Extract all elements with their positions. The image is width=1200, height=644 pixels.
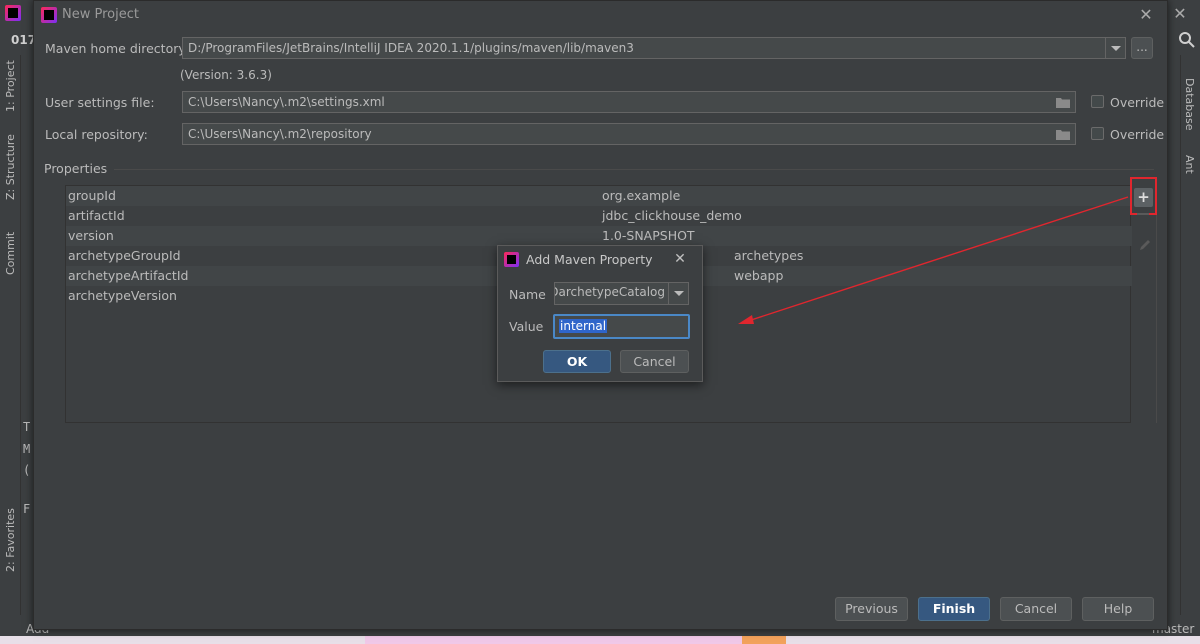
- tab-database[interactable]: Database: [1183, 78, 1196, 131]
- maven-home-label: Maven home directory:: [45, 41, 190, 56]
- intellij-logo-icon: [41, 7, 57, 23]
- value-input[interactable]: internal: [553, 314, 690, 339]
- local-repo-field[interactable]: C:\Users\Nancy\.m2\repository: [182, 123, 1076, 145]
- property-key: archetypeVersion: [68, 288, 177, 303]
- remove-property-icon[interactable]: [1137, 213, 1149, 215]
- local-repo-label: Local repository:: [45, 127, 148, 142]
- close-icon[interactable]: ✕: [1134, 4, 1158, 26]
- tab-structure[interactable]: Z: Structure: [4, 134, 17, 200]
- previous-button[interactable]: Previous: [835, 597, 908, 621]
- popup-title: Add Maven Property: [526, 252, 653, 267]
- table-border: [1156, 185, 1157, 423]
- taskbar-item[interactable]: [742, 636, 786, 644]
- ide-background-text: M: [23, 442, 31, 456]
- ide-logo-icon: [5, 5, 21, 21]
- property-key: version: [68, 228, 114, 243]
- name-combo[interactable]: DarchetypeCatalog: [554, 282, 689, 305]
- folder-icon[interactable]: [1056, 129, 1070, 140]
- ok-button[interactable]: OK: [543, 350, 611, 373]
- folder-icon[interactable]: [1056, 97, 1070, 108]
- user-settings-field[interactable]: C:\Users\Nancy\.m2\settings.xml: [182, 91, 1076, 113]
- help-button[interactable]: Help: [1082, 597, 1154, 621]
- override-settings-checkbox[interactable]: [1091, 95, 1104, 108]
- name-label: Name: [509, 287, 546, 302]
- ide-close-icon[interactable]: ✕: [1168, 3, 1192, 25]
- add-maven-property-dialog: Add Maven Property ✕ Name DarchetypeCata…: [497, 245, 703, 382]
- ide-background-text: F: [23, 502, 31, 516]
- ide-background-text: (: [23, 463, 31, 477]
- property-value: webapp: [734, 268, 784, 283]
- right-tool-strip: [1180, 55, 1200, 615]
- dialog-title-bar: New Project ✕: [34, 1, 1167, 29]
- property-value: org.example: [602, 188, 681, 203]
- ide-background-text: T: [23, 420, 31, 434]
- tab-favorites[interactable]: 2: Favorites: [4, 508, 17, 572]
- property-key: groupId: [68, 188, 116, 203]
- name-value: DarchetypeCatalog: [555, 285, 665, 299]
- tab-ant[interactable]: Ant: [1183, 155, 1196, 174]
- local-repo-value: C:\Users\Nancy\.m2\repository: [188, 127, 372, 141]
- taskbar-item[interactable]: [365, 636, 745, 644]
- intellij-logo-icon: [504, 252, 519, 267]
- table-row[interactable]: artifactId jdbc_clickhouse_demo: [66, 206, 1132, 226]
- cancel-button[interactable]: Cancel: [1000, 597, 1072, 621]
- user-settings-label: User settings file:: [45, 95, 155, 110]
- browse-button[interactable]: ...: [1131, 37, 1153, 59]
- table-row[interactable]: groupId org.example: [66, 186, 1132, 206]
- dialog-title: New Project: [62, 7, 139, 22]
- maven-version: (Version: 3.6.3): [180, 68, 272, 82]
- search-icon[interactable]: [1178, 31, 1196, 49]
- override-repo-checkbox[interactable]: [1091, 127, 1104, 140]
- property-key: archetypeArtifactId: [68, 268, 189, 283]
- tab-commit[interactable]: Commit: [4, 232, 17, 275]
- tab-project[interactable]: 1: Project: [4, 60, 17, 112]
- popup-cancel-button[interactable]: Cancel: [620, 350, 689, 373]
- property-key: artifactId: [68, 208, 125, 223]
- override-settings-label: Override: [1110, 95, 1165, 110]
- separator: [114, 169, 1154, 170]
- property-value: jdbc_clickhouse_demo: [602, 208, 742, 223]
- chevron-down-icon[interactable]: [668, 283, 688, 304]
- close-icon[interactable]: ✕: [670, 249, 690, 269]
- property-value: archetypes: [734, 248, 804, 263]
- chevron-down-icon[interactable]: [1105, 38, 1125, 58]
- value-text: internal: [559, 319, 608, 333]
- add-property-button[interactable]: +: [1134, 188, 1153, 207]
- finish-button[interactable]: Finish: [918, 597, 990, 621]
- properties-header: Properties: [44, 161, 108, 176]
- maven-home-combo[interactable]: D:/ProgramFiles/JetBrains/IntelliJ IDEA …: [182, 37, 1126, 59]
- property-value: 1.0-SNAPSHOT: [602, 228, 695, 243]
- maven-home-value: D:/ProgramFiles/JetBrains/IntelliJ IDEA …: [188, 41, 634, 55]
- highlight-box: +: [1130, 177, 1157, 215]
- table-row[interactable]: version 1.0-SNAPSHOT: [66, 226, 1132, 246]
- value-label: Value: [509, 319, 544, 334]
- edit-icon[interactable]: [1138, 238, 1152, 252]
- property-key: archetypeGroupId: [68, 248, 181, 263]
- override-repo-label: Override: [1110, 127, 1165, 142]
- user-settings-value: C:\Users\Nancy\.m2\settings.xml: [188, 95, 385, 109]
